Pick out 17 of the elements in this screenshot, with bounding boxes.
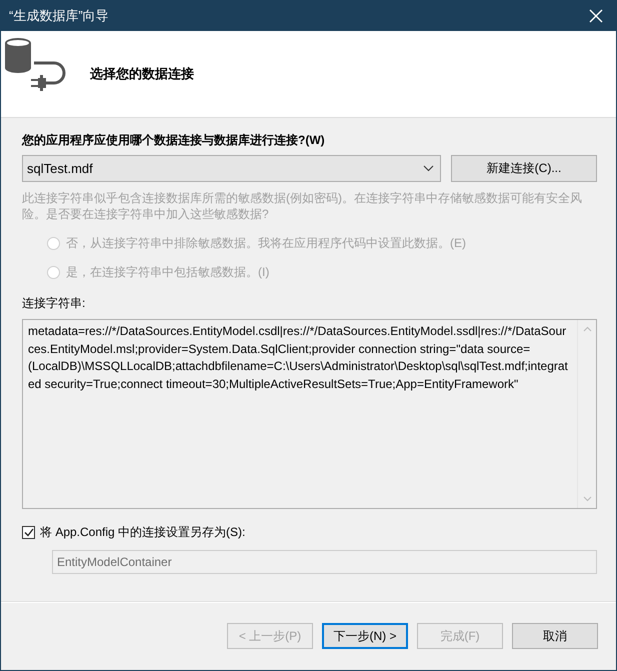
radio-label: 否，从连接字符串中排除敏感数据。我将在应用程序代码中设置此数据。(E) xyxy=(66,235,466,252)
save-config-label: 将 App.Config 中的连接设置另存为(S): xyxy=(40,524,246,541)
new-connection-button[interactable]: 新建连接(C)... xyxy=(451,155,597,182)
connection-label: 您的应用程序应使用哪个数据连接与数据库进行连接?(W) xyxy=(22,132,325,149)
page-title: 选择您的数据连接 xyxy=(90,65,194,83)
connection-string-box[interactable]: metadata=res://*/DataSources.EntityModel.csdl|res://*/DataSources.EntityModel.ssdl|res://*/DataSources.EntityModel.msl;provider=System.Data.SqlClient;provider connection string="data source=(LocalDB)\MSSQLLocalDB;attachdbfilename=C:\Users\Administrator\Desktop\sql\sqlTest.mdf;integrated security=True;connect timeout=30;MultipleActiveResultSets=True;App=EntityFramework" xyxy=(22,319,597,509)
next-button[interactable]: 下一步(N) > xyxy=(322,623,408,649)
sensitive-data-text: 此连接字符串似乎包含连接数据库所需的敏感数据(例如密码)。在连接字符串中存储敏感数据可能有安全风险。是否要在连接字符串中加入这些敏感数据? xyxy=(22,190,583,222)
scroll-down-icon[interactable] xyxy=(582,496,592,502)
close-icon[interactable] xyxy=(588,8,604,24)
connection-dropdown[interactable]: sqlTest.mdf xyxy=(22,155,441,182)
caret-icon xyxy=(423,165,434,172)
window-title: “生成数据库”向导 xyxy=(9,7,109,25)
connection-string-label: 连接字符串: xyxy=(22,295,86,312)
scroll-up-icon[interactable] xyxy=(582,326,592,332)
radio-label: 是，在连接字符串中包括敏感数据。(I) xyxy=(66,264,270,281)
cancel-button[interactable]: 取消 xyxy=(512,623,598,649)
